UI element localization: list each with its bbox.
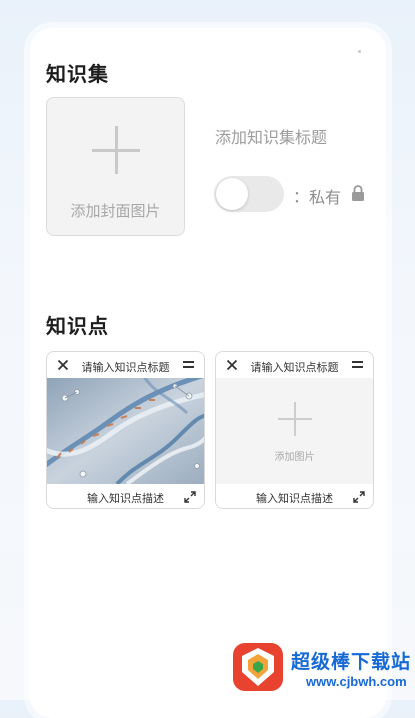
toggle-knob xyxy=(216,178,248,210)
expand-icon[interactable] xyxy=(353,491,365,503)
add-cover-label: 添加封面图片 xyxy=(70,203,161,220)
card-footer: 输入知识点描述 xyxy=(216,484,373,508)
watermark-name: 超级棒下载站 xyxy=(291,652,412,673)
menu-icon[interactable] xyxy=(183,361,194,369)
knowledge-set-heading: 知识集 xyxy=(46,64,109,86)
plus-icon xyxy=(92,149,140,152)
decorative-dot xyxy=(358,50,361,53)
watermark-url: www.cjbwh.com xyxy=(306,674,407,689)
knowledge-point-title-input[interactable]: 请输入知识点标题 xyxy=(216,359,373,375)
knowledge-point-card: 请输入知识点标题 输入知识点描述 xyxy=(46,351,205,509)
expand-icon[interactable] xyxy=(184,491,196,503)
add-image-label: 添加图片 xyxy=(274,452,315,463)
knowledge-point-desc-input[interactable]: 输入知识点描述 xyxy=(47,490,204,506)
card-header: 请输入知识点标题 xyxy=(216,352,373,378)
site-logo-icon xyxy=(233,643,283,691)
lock-icon xyxy=(352,185,364,201)
knowledge-point-card: 请输入知识点标题 添加图片 输入知识点描述 xyxy=(215,351,374,509)
privacy-toggle[interactable] xyxy=(214,176,284,212)
knowledge-set-title-input[interactable]: 添加知识集标题 xyxy=(215,124,327,148)
knowledge-point-desc-input[interactable]: 输入知识点描述 xyxy=(216,490,373,506)
knowledge-point-title-input[interactable]: 请输入知识点标题 xyxy=(47,359,204,375)
menu-icon[interactable] xyxy=(352,361,363,369)
plus-icon xyxy=(278,418,312,420)
dna-image[interactable] xyxy=(47,378,204,484)
privacy-label: 私有 xyxy=(309,190,342,207)
add-image-button[interactable]: 添加图片 xyxy=(216,378,373,484)
privacy-colon: ： xyxy=(293,189,310,206)
add-cover-button[interactable]: 添加封面图片 xyxy=(46,97,185,236)
card-header: 请输入知识点标题 xyxy=(47,352,204,378)
card-footer: 输入知识点描述 xyxy=(47,484,204,508)
knowledge-points-heading: 知识点 xyxy=(46,316,109,338)
